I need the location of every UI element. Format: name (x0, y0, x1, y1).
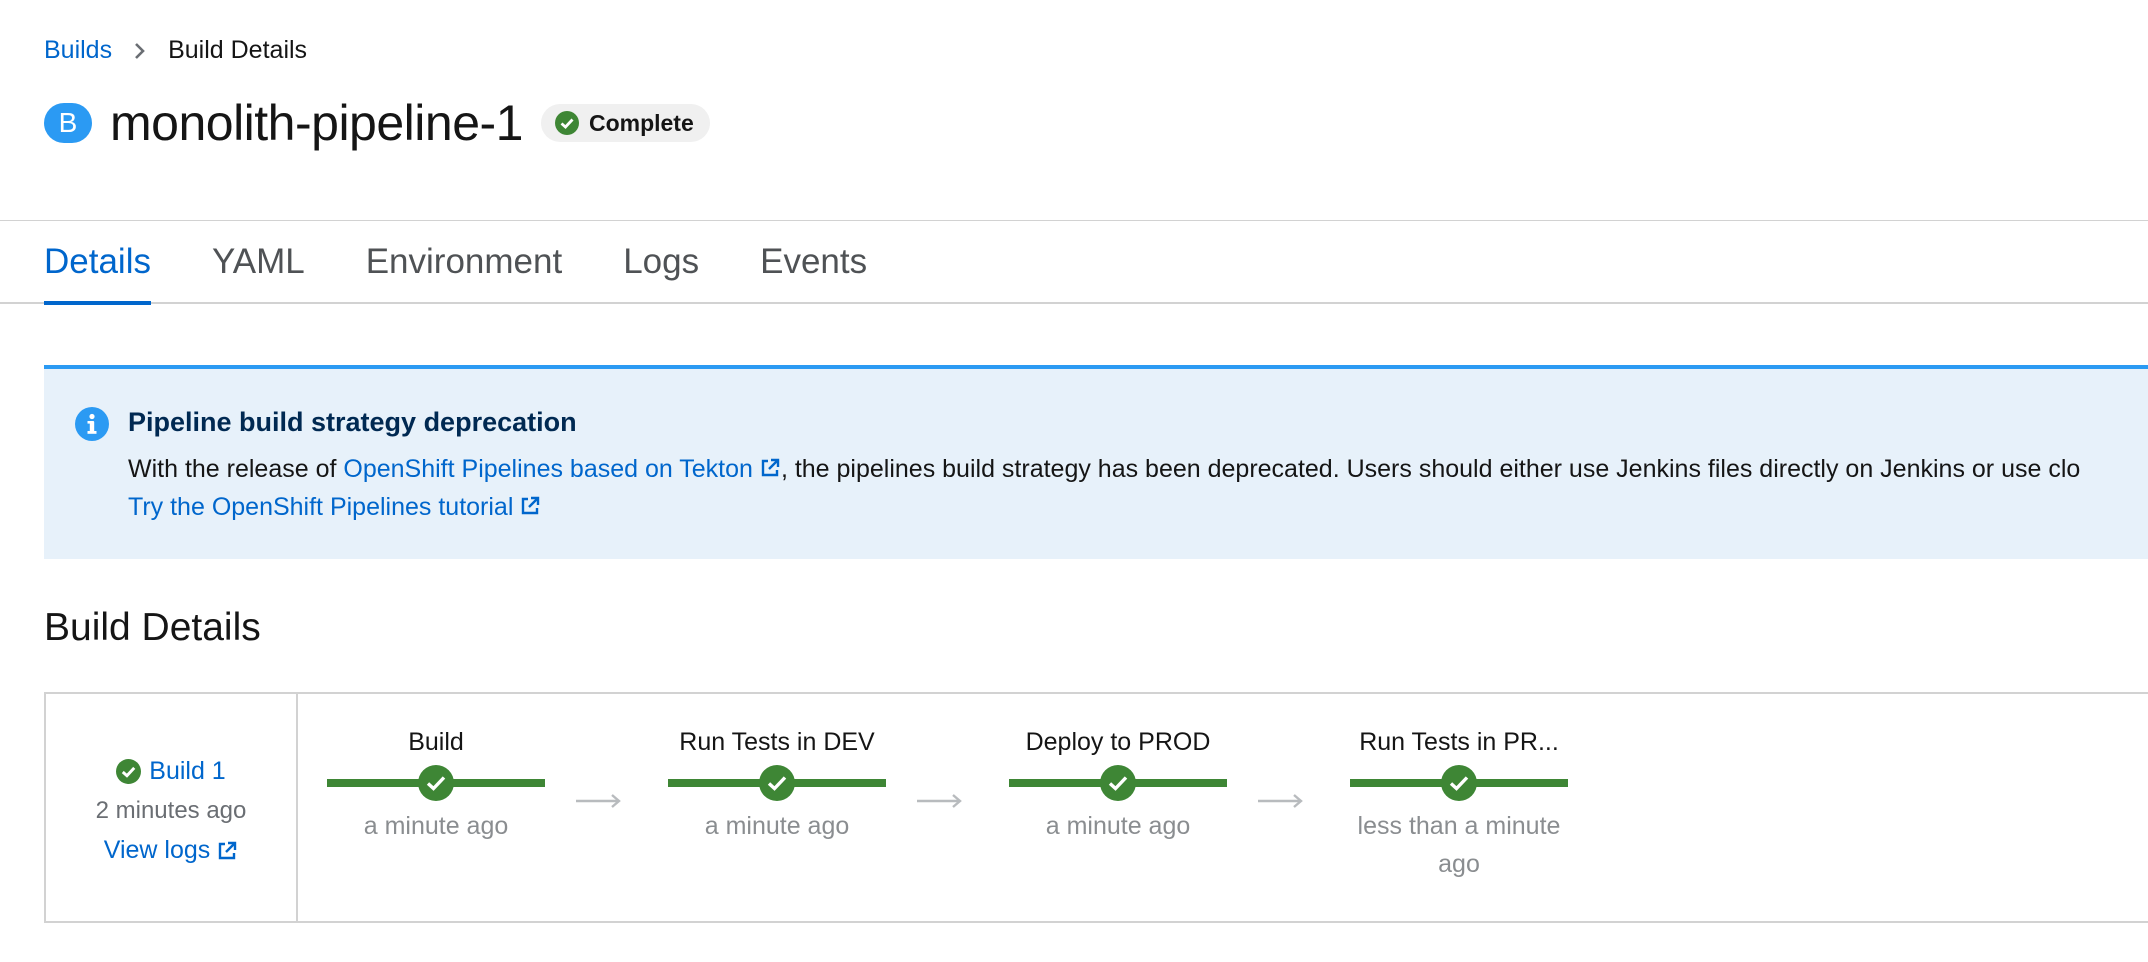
pipeline-stage[interactable]: Run Tests in PR... less than a minute ag… (1350, 694, 1568, 883)
stage-progress-bar (668, 765, 886, 801)
breadcrumb: Builds Build Details (44, 36, 307, 65)
check-circle-icon (116, 759, 142, 784)
pipeline-stage[interactable]: Build a minute ago (327, 694, 545, 845)
tekton-link-label: OpenShift Pipelines based on Tekton (343, 455, 753, 483)
stage-name: Run Tests in DEV (679, 728, 875, 756)
tutorial-link[interactable]: Try the OpenShift Pipelines tutorial (128, 493, 541, 521)
stage-name: Run Tests in PR... (1359, 728, 1559, 756)
tutorial-link-label: Try the OpenShift Pipelines tutorial (128, 493, 514, 521)
tab-logs[interactable]: Logs (623, 221, 699, 303)
arrow-right-icon (576, 793, 622, 814)
arrow-right-icon (917, 793, 963, 814)
alert-actions: Try the OpenShift Pipelines tutorial (128, 493, 541, 522)
stage-name: Build (408, 728, 464, 756)
section-title: Build Details (44, 606, 261, 649)
pipeline-stage[interactable]: Run Tests in DEV a minute ago (668, 694, 886, 845)
check-circle-icon (759, 765, 795, 801)
breadcrumb-builds-link[interactable]: Builds (44, 36, 112, 65)
view-logs-link[interactable]: View logs (104, 836, 239, 865)
alert-description: With the release of OpenShift Pipelines … (128, 455, 2080, 484)
check-circle-icon (418, 765, 454, 801)
arrow-right-icon (1258, 793, 1304, 814)
tab-bar: Details YAML Environment Logs Events (0, 220, 2148, 305)
external-link-icon (519, 495, 541, 517)
pipeline-stage[interactable]: Deploy to PROD a minute ago (1009, 694, 1227, 845)
check-circle-icon (1100, 765, 1136, 801)
stage-name: Deploy to PROD (1025, 728, 1211, 756)
build-link-label: Build 1 (149, 757, 226, 785)
alert-title: Pipeline build strategy deprecation (128, 407, 577, 437)
status-badge: Complete (540, 104, 710, 142)
pipeline-card: Build 1 2 minutes ago View logs Build a … (44, 692, 2148, 923)
tekton-link[interactable]: OpenShift Pipelines based on Tekton (343, 455, 781, 483)
tab-environment[interactable]: Environment (366, 221, 562, 303)
build-timestamp: 2 minutes ago (95, 797, 247, 824)
page-header: B monolith-pipeline-1 Complete (44, 94, 710, 152)
external-link-icon (759, 457, 781, 479)
stage-timestamp: less than a minute ago (1357, 812, 1561, 878)
deprecation-alert: Pipeline build strategy deprecation With… (44, 365, 2148, 559)
tab-events[interactable]: Events (760, 221, 867, 303)
stage-progress-bar (1350, 765, 1568, 801)
build-link[interactable]: Build 1 (116, 757, 226, 786)
check-circle-icon (1441, 765, 1477, 801)
tab-details[interactable]: Details (44, 221, 151, 305)
stage-timestamp: a minute ago (363, 812, 509, 840)
stage-progress-bar (1009, 765, 1227, 801)
alert-text-end: , the pipelines build strategy has been … (780, 455, 2081, 483)
chevron-right-icon (134, 42, 146, 60)
alert-text-start: With the release of (128, 455, 344, 483)
stage-timestamp: a minute ago (704, 812, 850, 840)
view-logs-label: View logs (103, 836, 211, 864)
external-link-icon (216, 840, 238, 862)
info-circle-icon (75, 407, 109, 446)
stage-progress-bar (327, 765, 545, 801)
build-summary: Build 1 2 minutes ago View logs (46, 694, 298, 921)
breadcrumb-current: Build Details (168, 36, 308, 64)
status-label: Complete (588, 109, 694, 136)
stage-timestamp: a minute ago (1045, 812, 1191, 840)
resource-badge: B (44, 103, 92, 143)
page-title: monolith-pipeline-1 (110, 95, 523, 151)
check-circle-icon (554, 111, 579, 135)
tab-yaml[interactable]: YAML (212, 221, 305, 303)
